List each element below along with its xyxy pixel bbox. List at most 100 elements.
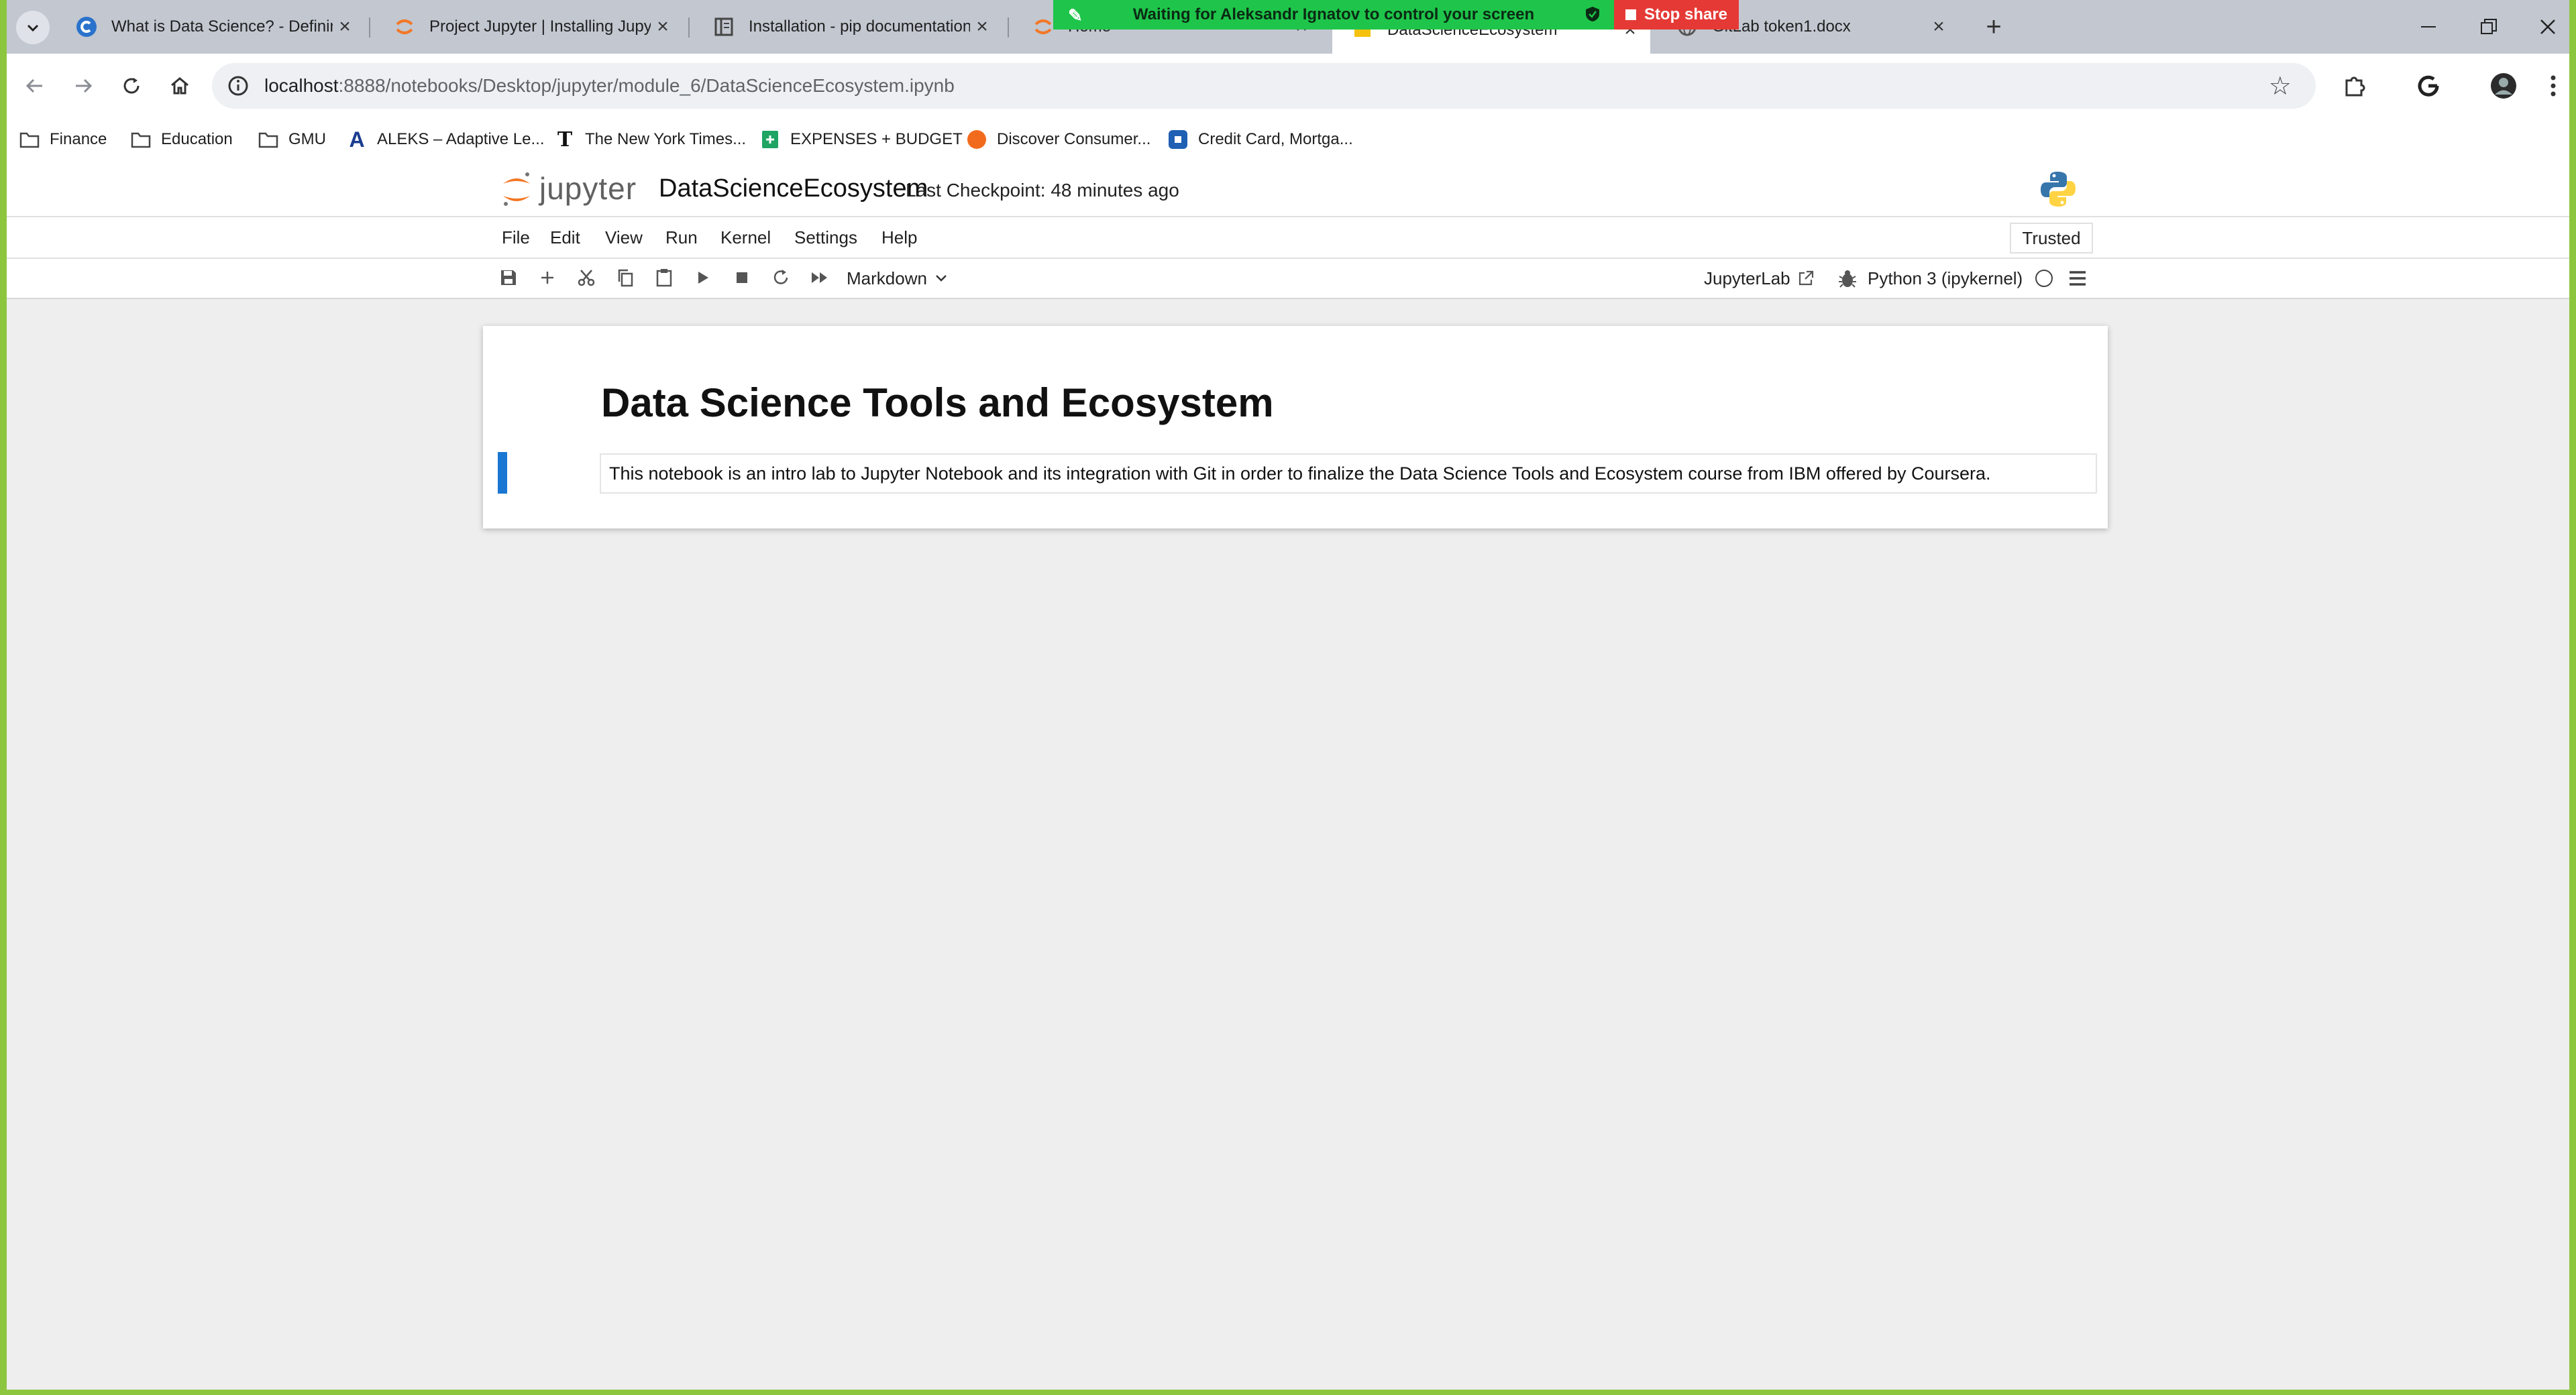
tab-project-jupyter[interactable]: Project Jupyter | Installing Jupyt ×	[374, 7, 683, 47]
tab-pip-installation[interactable]: Installation - pip documentation ×	[694, 7, 1002, 47]
minimize-button[interactable]	[2402, 0, 2455, 54]
close-icon[interactable]: ×	[1927, 15, 1951, 39]
cell-type-value: Markdown	[847, 268, 927, 288]
home-icon	[171, 77, 189, 95]
url-text[interactable]: localhost:8888/notebooks/Desktop/jupyter…	[264, 63, 955, 109]
copy-icon	[618, 269, 633, 287]
browser-window: What is Data Science? - Defining × Proje…	[7, 0, 2569, 1390]
cell-type-dropdown[interactable]: Markdown	[847, 259, 947, 298]
profile-button[interactable]	[2486, 68, 2521, 103]
document-icon	[712, 15, 735, 38]
bookmark-finance[interactable]: Finance	[19, 118, 107, 161]
interrupt-kernel-button[interactable]	[729, 264, 755, 291]
close-icon	[2540, 19, 2555, 34]
copy-button[interactable]	[612, 264, 639, 291]
back-button[interactable]	[17, 68, 52, 103]
markdown-cell[interactable]: This notebook is an intro lab to Jupyter…	[600, 453, 2097, 494]
menu-file[interactable]: File	[502, 217, 530, 258]
site-info-icon[interactable]	[227, 74, 250, 97]
bookmark-label: The New York Times...	[585, 130, 747, 148]
restart-run-all-button[interactable]	[806, 264, 833, 291]
tab-title: GitLab token1.docx	[1712, 17, 1851, 36]
run-cell-button[interactable]	[690, 264, 716, 291]
reload-icon	[123, 78, 140, 94]
bookmark-label: Discover Consumer...	[997, 130, 1151, 148]
bookmark-education[interactable]: Education	[130, 118, 233, 161]
close-icon[interactable]: ×	[970, 15, 994, 39]
kernel-status-idle-icon	[2035, 270, 2053, 287]
nyt-icon: T	[557, 127, 573, 152]
browser-toolbar: localhost:8888/notebooks/Desktop/jupyter…	[7, 54, 2569, 118]
jupyter-wordmark: jupyter	[539, 171, 637, 206]
plus-icon	[541, 272, 553, 284]
browser-menu-button[interactable]	[2536, 68, 2569, 103]
bookmark-chase[interactable]: Credit Card, Mortga...	[1167, 118, 1353, 161]
menu-view[interactable]: View	[605, 217, 643, 258]
bookmark-label: Education	[161, 130, 233, 148]
tab-search-button[interactable]	[16, 11, 50, 44]
extensions-button[interactable]	[2337, 68, 2372, 103]
menu-kernel[interactable]: Kernel	[720, 217, 771, 258]
save-button[interactable]	[495, 264, 522, 291]
bookmarks-bar: Finance Education GMU A ALEKS – Adaptive…	[7, 118, 2569, 162]
kernel-name[interactable]: Python 3 (ipykernel)	[1868, 259, 2023, 298]
bookmark-aleks[interactable]: A ALEKS – Adaptive Le...	[346, 118, 545, 161]
jupyterlab-label: JupyterLab	[1704, 268, 1790, 288]
stop-icon	[1625, 9, 1636, 20]
tab-separator	[1008, 17, 1009, 38]
bookmark-label: Finance	[50, 130, 107, 148]
trusted-indicator[interactable]: Trusted	[2010, 223, 2093, 254]
address-bar[interactable]: localhost:8888/notebooks/Desktop/jupyter…	[212, 63, 2316, 109]
play-icon	[698, 272, 708, 284]
home-button[interactable]	[162, 68, 197, 103]
markdown-heading[interactable]: Data Science Tools and Ecosystem	[601, 380, 1274, 426]
reload-button[interactable]	[114, 68, 149, 103]
coursera-icon	[75, 15, 98, 38]
debugger-icon[interactable]	[1837, 268, 1858, 290]
google-account-button[interactable]	[2411, 68, 2446, 103]
notebook-title[interactable]: DataScienceEcosystem	[659, 174, 928, 203]
stop-share-button[interactable]: Stop share	[1614, 0, 1739, 30]
url-path: :8888/notebooks/Desktop/jupyter/module_6…	[338, 75, 955, 96]
active-cell-indicator[interactable]	[498, 452, 507, 494]
jupyter-icon	[1032, 15, 1055, 38]
bookmark-star-icon[interactable]: ☆	[2269, 71, 2292, 101]
menu-run[interactable]: Run	[665, 217, 698, 258]
folder-icon	[19, 129, 40, 150]
discover-icon	[966, 129, 987, 150]
paste-button[interactable]	[651, 264, 678, 291]
bookmark-nyt[interactable]: T The New York Times...	[554, 118, 746, 161]
restart-icon	[773, 270, 788, 284]
menu-settings[interactable]: Settings	[794, 217, 857, 258]
bookmark-expenses-budget[interactable]: EXPENSES + BUDGET	[759, 118, 963, 161]
restore-icon	[2481, 19, 2497, 34]
close-icon[interactable]: ×	[651, 15, 675, 39]
close-window-button[interactable]	[2521, 0, 2569, 54]
bookmark-discover[interactable]: Discover Consumer...	[966, 118, 1150, 161]
chevron-down-icon	[936, 275, 947, 282]
bookmark-gmu[interactable]: GMU	[258, 118, 326, 161]
bookmark-label: ALEKS – Adaptive Le...	[377, 130, 545, 148]
jupyter-menubar: File Edit View Run Kernel Settings Help …	[7, 217, 2569, 259]
folder-icon	[130, 129, 152, 150]
open-jupyterlab-link[interactable]: JupyterLab	[1704, 259, 1815, 298]
cut-button[interactable]	[573, 264, 600, 291]
menu-edit[interactable]: Edit	[550, 217, 580, 258]
scissors-icon	[578, 270, 595, 286]
puzzle-icon	[2345, 76, 2365, 97]
save-icon	[501, 270, 516, 285]
restore-button[interactable]	[2462, 0, 2516, 54]
jupyter-logo[interactable]: jupyter	[499, 169, 653, 209]
stop-share-label: Stop share	[1644, 5, 1728, 23]
forward-button[interactable]	[66, 68, 101, 103]
hamburger-menu-icon[interactable]	[2068, 268, 2088, 288]
jupyter-logo-icon	[503, 172, 530, 206]
insert-cell-button[interactable]	[534, 264, 561, 291]
shield-check-icon	[1586, 7, 1599, 21]
tab-what-is-data-science[interactable]: What is Data Science? - Defining ×	[56, 7, 365, 47]
restart-kernel-button[interactable]	[767, 264, 794, 291]
close-icon[interactable]: ×	[333, 15, 357, 39]
new-tab-button[interactable]: +	[1979, 12, 2008, 42]
last-checkpoint: Last Checkpoint: 48 minutes ago	[906, 180, 1179, 201]
menu-help[interactable]: Help	[881, 217, 917, 258]
